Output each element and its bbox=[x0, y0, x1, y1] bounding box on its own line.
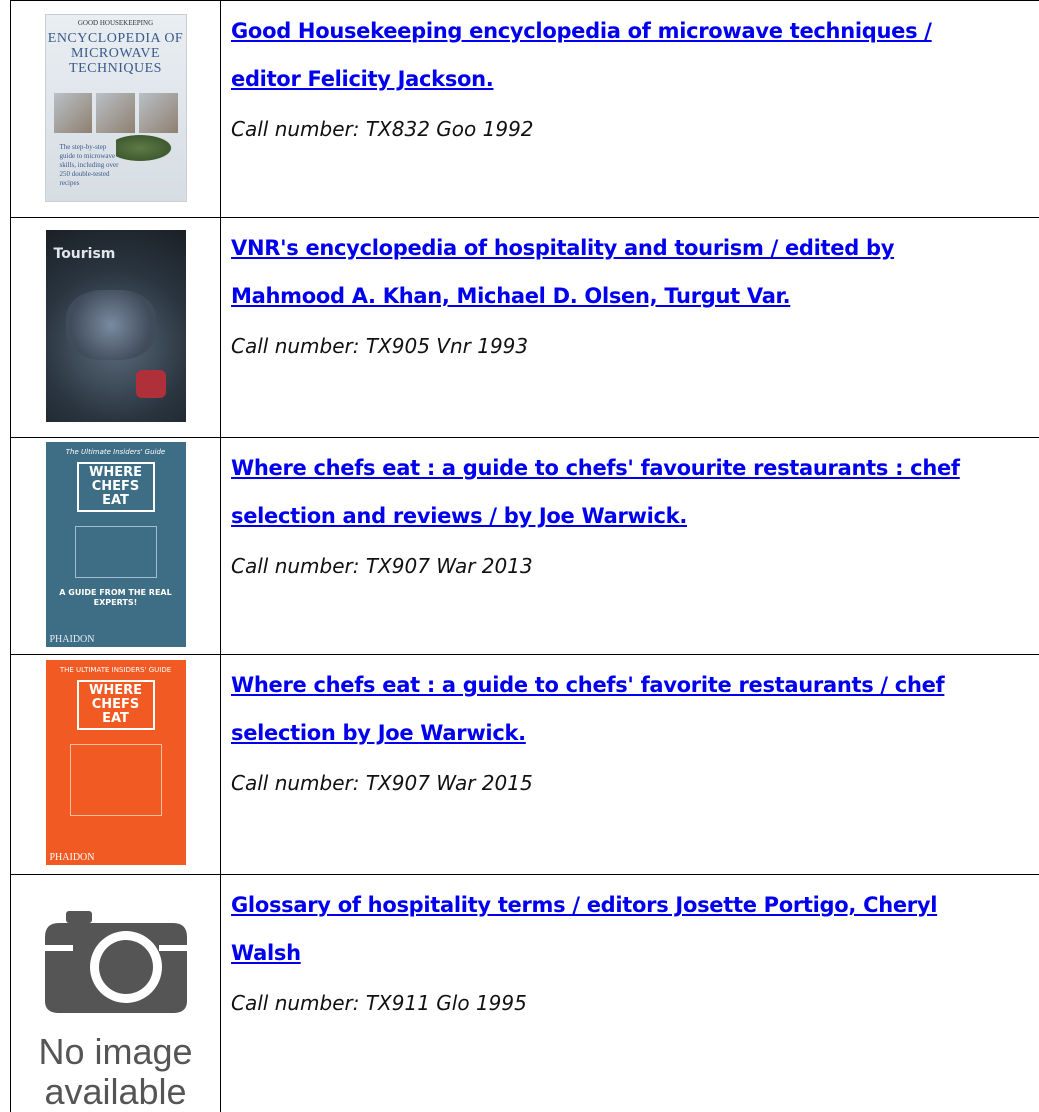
book-title-line2: Walsh bbox=[231, 941, 301, 965]
book-cover-image[interactable]: The Ultimate Insiders' Guide WHERE CHEFS… bbox=[46, 442, 186, 647]
call-number: Call number: TX911 Glo 1995 bbox=[231, 991, 1039, 1015]
book-title-line1: Where chefs eat : a guide to chefs' favo… bbox=[231, 456, 960, 480]
info-cell: Where chefs eat : a guide to chefs' favo… bbox=[221, 655, 1039, 875]
info-cell: VNR's encyclopedia of hospitality and to… bbox=[221, 218, 1039, 438]
book-title-line2: editor Felicity Jackson. bbox=[231, 67, 493, 91]
info-cell: Good Housekeeping encyclopedia of microw… bbox=[221, 1, 1039, 218]
book-title-line1: VNR's encyclopedia of hospitality and to… bbox=[231, 236, 894, 260]
book-row: GOOD HOUSEKEEPING ENCYCLOPEDIA OF MICROW… bbox=[11, 1, 1039, 218]
info-cell: Where chefs eat : a guide to chefs' favo… bbox=[221, 438, 1039, 655]
book-title-link[interactable]: VNR's encyclopedia of hospitality and to… bbox=[231, 224, 1039, 320]
cover-header: The Ultimate Insiders' Guide bbox=[46, 448, 186, 456]
cover-blurb: The step-by-step guide to microwave skil… bbox=[60, 143, 120, 188]
cover-cell: The Ultimate Insiders' Guide WHERE CHEFS… bbox=[11, 438, 221, 655]
call-number: Call number: TX907 War 2013 bbox=[231, 554, 1039, 578]
book-row: The Ultimate Insiders' Guide WHERE CHEFS… bbox=[11, 438, 1039, 655]
book-title-link[interactable]: Where chefs eat : a guide to chefs' favo… bbox=[231, 661, 1039, 757]
book-cover-image[interactable]: GOOD HOUSEKEEPING ENCYCLOPEDIA OF MICROW… bbox=[45, 14, 187, 202]
call-number: Call number: TX832 Goo 1992 bbox=[231, 117, 1039, 141]
cover-illustration bbox=[70, 744, 162, 816]
book-row: No image available Glossary of hospitali… bbox=[11, 875, 1039, 1112]
book-title-line1: Glossary of hospitality terms / editors … bbox=[231, 893, 937, 917]
book-row: THE ULTIMATE INSIDERS' GUIDE WHERE CHEFS… bbox=[11, 655, 1039, 875]
no-image-text: No image available bbox=[21, 1032, 211, 1112]
cover-title: ENCYCLOPEDIA OF MICROWAVE TECHNIQUES bbox=[46, 31, 186, 76]
book-title-line1: Good Housekeeping encyclopedia of microw… bbox=[231, 19, 932, 43]
book-list-table: GOOD HOUSEKEEPING ENCYCLOPEDIA OF MICROW… bbox=[10, 0, 1039, 1112]
cover-publisher: PHAIDON bbox=[50, 852, 95, 863]
book-cover-image[interactable]: Tourism bbox=[46, 230, 186, 422]
cover-cell: GOOD HOUSEKEEPING ENCYCLOPEDIA OF MICROW… bbox=[11, 1, 221, 218]
cover-footer: A GUIDE FROM THE REAL EXPERTS! bbox=[46, 588, 186, 608]
cover-cell: No image available bbox=[11, 875, 221, 1112]
book-title-line1: Where chefs eat : a guide to chefs' favo… bbox=[231, 673, 944, 697]
cover-header: THE ULTIMATE INSIDERS' GUIDE bbox=[46, 666, 186, 674]
cover-illustration bbox=[75, 526, 157, 578]
book-title-link[interactable]: Glossary of hospitality terms / editors … bbox=[231, 881, 1039, 977]
cover-title: Tourism bbox=[54, 246, 116, 262]
book-cover-image[interactable]: THE ULTIMATE INSIDERS' GUIDE WHERE CHEFS… bbox=[46, 660, 186, 865]
cover-photo-strip bbox=[54, 93, 178, 133]
cover-title: WHERE CHEFS EAT bbox=[77, 462, 155, 512]
book-title-link[interactable]: Good Housekeeping encyclopedia of microw… bbox=[231, 7, 1039, 103]
cover-publisher: PHAIDON bbox=[50, 634, 95, 645]
call-number: Call number: TX905 Vnr 1993 bbox=[231, 334, 1039, 358]
cover-title: WHERE CHEFS EAT bbox=[77, 680, 155, 730]
call-number: Call number: TX907 War 2015 bbox=[231, 771, 1039, 795]
book-row: Tourism VNR's encyclopedia of hospitalit… bbox=[11, 218, 1039, 438]
cover-cell: Tourism bbox=[11, 218, 221, 438]
book-title-line2: Mahmood A. Khan, Michael D. Olsen, Turgu… bbox=[231, 284, 790, 308]
cover-globe-graphic bbox=[66, 290, 156, 360]
cover-herb-image bbox=[116, 133, 176, 163]
book-title-link[interactable]: Where chefs eat : a guide to chefs' favo… bbox=[231, 444, 1039, 540]
info-cell: Glossary of hospitality terms / editors … bbox=[221, 875, 1039, 1112]
camera-icon bbox=[41, 905, 191, 1015]
book-title-line2: selection by Joe Warwick. bbox=[231, 721, 526, 745]
cover-publisher: GOOD HOUSEKEEPING bbox=[46, 19, 186, 27]
cover-red-graphic bbox=[136, 370, 166, 398]
book-title-line2: selection and reviews / by Joe Warwick. bbox=[231, 504, 687, 528]
cover-cell: THE ULTIMATE INSIDERS' GUIDE WHERE CHEFS… bbox=[11, 655, 221, 875]
